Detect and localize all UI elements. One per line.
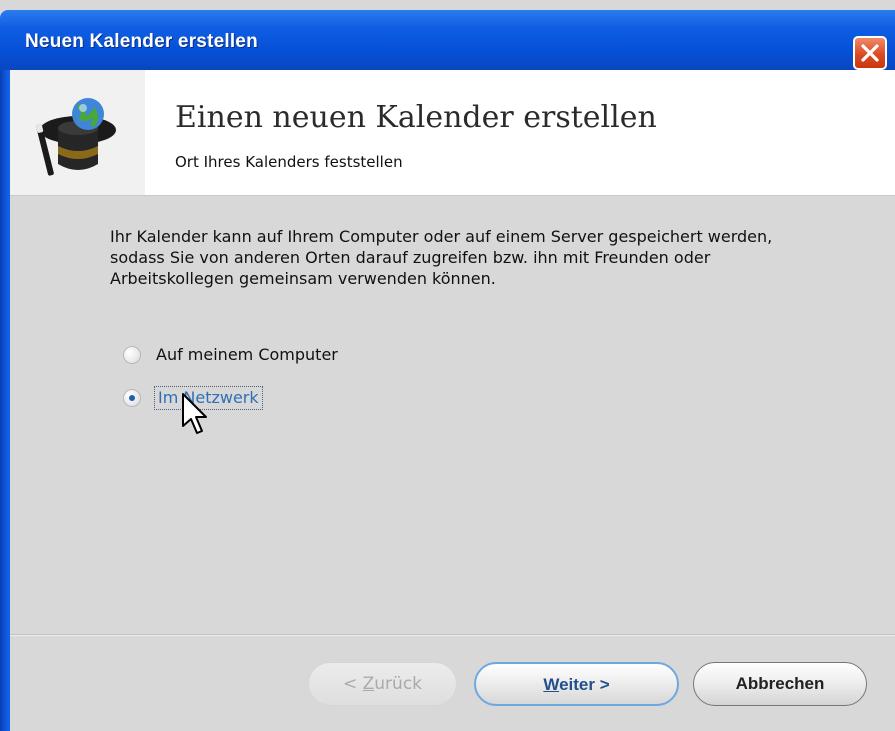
description-text: Ihr Kalender kann auf Ihrem Computer ode… xyxy=(110,227,773,288)
back-button[interactable]: < Zurück xyxy=(308,662,457,706)
radio-button-local[interactable] xyxy=(123,346,141,364)
header-divider xyxy=(10,195,895,196)
title-bar[interactable]: Neuen Kalender erstellen xyxy=(0,10,895,70)
radio-label-local[interactable]: Auf meinem Computer xyxy=(156,344,338,366)
next-button-label: eiter > xyxy=(559,675,610,694)
mouse-cursor-icon xyxy=(182,393,207,434)
header-subtitle: Ort Ihres Kalenders feststellen xyxy=(175,153,403,171)
footer-divider-highlight xyxy=(10,635,895,636)
window-title: Neuen Kalender erstellen xyxy=(25,31,258,52)
next-button[interactable]: Weiter > xyxy=(474,662,679,706)
window-left-border xyxy=(0,70,10,731)
cancel-button[interactable]: Abbrechen xyxy=(693,662,867,706)
back-button-label: urück xyxy=(374,674,423,694)
header-title: Einen neuen Kalender erstellen xyxy=(175,100,657,135)
close-icon xyxy=(861,44,879,62)
back-button-prefix: < xyxy=(342,674,363,694)
back-button-mnemonic: Z xyxy=(362,674,375,694)
wizard-dialog: Neuen Kalender erstellen Einen neuen Kal… xyxy=(0,0,895,731)
next-button-mnemonic: W xyxy=(543,675,560,694)
radio-selected-dot xyxy=(129,395,135,401)
radio-button-network[interactable] xyxy=(123,389,141,407)
close-button[interactable] xyxy=(853,36,887,70)
wizard-hat-icon xyxy=(36,98,116,176)
